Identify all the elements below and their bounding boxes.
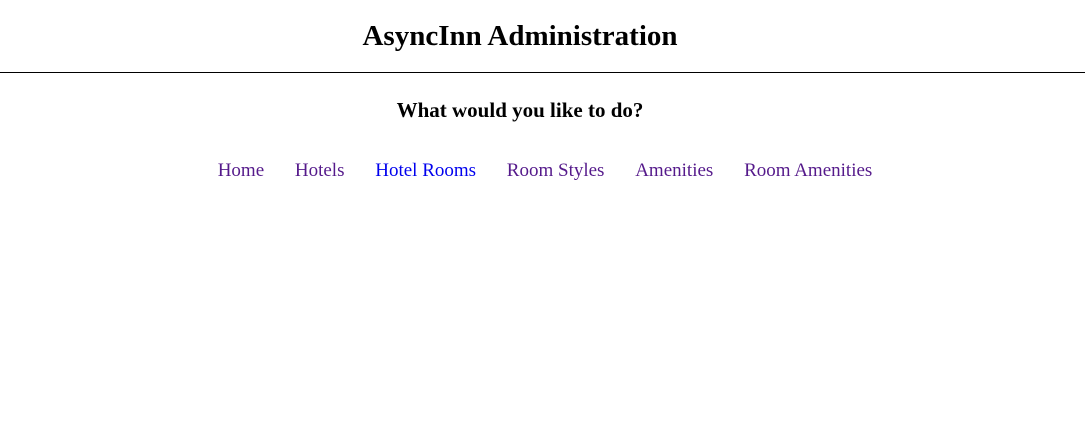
main-nav: Home Hotels Hotel Rooms Room Styles Amen…	[0, 159, 1085, 183]
nav-link-room-amenities[interactable]: Room Amenities	[744, 159, 872, 183]
nav-link-room-styles[interactable]: Room Styles	[507, 159, 605, 183]
site-title: AsyncInn Administration	[362, 20, 678, 52]
nav-link-hotels[interactable]: Hotels	[295, 159, 345, 183]
site-header: AsyncInn Administration	[0, 0, 1085, 73]
page: AsyncInn Administration What would you l…	[0, 0, 1085, 426]
nav-link-amenities[interactable]: Amenities	[635, 159, 713, 183]
prompt-heading: What would you like to do?	[396, 98, 644, 122]
nav-link-home[interactable]: Home	[218, 159, 264, 183]
nav-link-hotel-rooms[interactable]: Hotel Rooms	[375, 159, 476, 183]
